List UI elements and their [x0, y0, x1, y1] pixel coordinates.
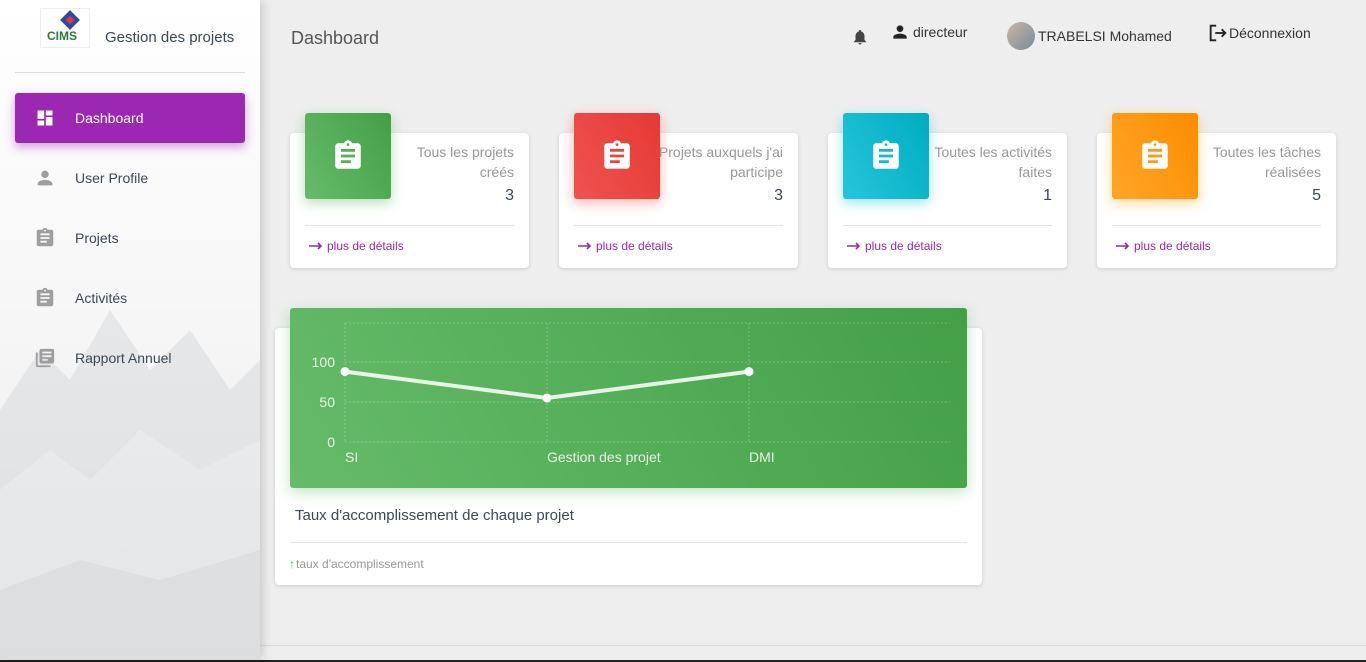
logout-button[interactable]: Déconnexion [1207, 22, 1311, 44]
stat-divider [1112, 225, 1321, 226]
sidebar-item-label: Activités [75, 290, 128, 306]
y-tick-label: 0 [327, 434, 335, 450]
stat-card-activites: Toutes les activités faites 1 plus de dé… [828, 113, 1067, 268]
clipboard-icon [33, 286, 57, 310]
stat-divider [574, 225, 783, 226]
dashboard-icon [33, 106, 57, 130]
stat-label: Toutes les activités faites [934, 144, 1053, 180]
data-point [744, 367, 754, 377]
stat-label: Tous les projets créés [416, 144, 514, 180]
role-menu[interactable]: directeur [890, 22, 967, 42]
stat-label: Projets auxquels j'ai participe [658, 144, 783, 180]
clipboard-icon [1112, 113, 1198, 199]
stat-value: 3 [774, 187, 783, 204]
sidebar-item-activites[interactable]: Activités [15, 273, 245, 323]
clipboard-icon [574, 113, 660, 199]
details-link[interactable]: plus de détails [578, 239, 673, 253]
x-tick-label: SI [345, 449, 358, 465]
stat-card-taches: Toutes les tâches réalisées 5 plus de dé… [1097, 113, 1336, 268]
page-title[interactable]: Dashboard [291, 28, 379, 49]
person-icon [33, 166, 57, 190]
footer-divider [260, 645, 1366, 646]
sidebar-item-projets[interactable]: Projets [15, 213, 245, 263]
details-link-label: plus de détails [327, 239, 404, 253]
stat-card-projets-crees: Tous les projets créés 3 plus de détails [290, 113, 529, 268]
chart-footer: ↑ taux d'accomplissement [289, 557, 424, 571]
cims-logo[interactable]: CIMS [40, 8, 90, 48]
x-tick-label: Gestion des projet [547, 449, 661, 465]
y-tick-label: 100 [312, 354, 336, 370]
avatar [1007, 22, 1035, 50]
arrow-right-icon [1116, 239, 1130, 253]
details-link-label: plus de détails [1134, 239, 1211, 253]
sidebar-item-label: User Profile [75, 170, 149, 186]
brand-divider [15, 72, 245, 73]
user-name: TRABELSI Mohamed [1038, 28, 1172, 44]
sidebar: CIMS Gestion des projets Dashboard User … [0, 0, 260, 660]
sidebar-item-rapport-annuel[interactable]: Rapport Annuel [15, 333, 245, 383]
details-link-label: plus de détails [596, 239, 673, 253]
chart-divider [290, 542, 967, 543]
details-link[interactable]: plus de détails [847, 239, 942, 253]
clipboard-icon [843, 113, 929, 199]
library-books-icon [33, 346, 57, 370]
sidebar-item-user-profile[interactable]: User Profile [15, 153, 245, 203]
clipboard-icon [305, 113, 391, 199]
arrow-up-icon: ↑ [289, 557, 295, 571]
sidebar-item-label: Projets [75, 230, 119, 246]
chart-title: Taux d'accomplissement de chaque projet [295, 507, 574, 524]
clipboard-icon [33, 226, 57, 250]
stat-value: 3 [505, 187, 514, 204]
bell-icon [851, 28, 869, 49]
arrow-right-icon [847, 239, 861, 253]
sidebar-item-dashboard[interactable]: Dashboard [15, 93, 245, 143]
details-link[interactable]: plus de détails [309, 239, 404, 253]
stat-divider [843, 225, 1052, 226]
stat-divider [305, 225, 514, 226]
logout-icon [1207, 22, 1229, 44]
brand-name[interactable]: Gestion des projets [105, 29, 234, 46]
logout-label: Déconnexion [1229, 25, 1311, 41]
notifications-button[interactable] [851, 28, 869, 49]
stat-value: 1 [1043, 187, 1052, 204]
sidebar-item-label: Rapport Annuel [75, 350, 172, 366]
data-point [340, 367, 350, 377]
svg-text:CIMS: CIMS [47, 29, 77, 43]
x-tick-label: DMI [749, 449, 775, 465]
stat-card-projets-participe: Projets auxquels j'ai participe 3 plus d… [559, 113, 798, 268]
data-point [542, 393, 552, 403]
stat-value: 5 [1312, 187, 1321, 204]
user-menu[interactable]: TRABELSI Mohamed [1007, 22, 1172, 50]
chart-header: 0 50 100 SI Gestion des projet DMI [290, 308, 967, 488]
line-chart: 0 50 100 SI Gestion des projet DMI [312, 322, 950, 465]
arrow-right-icon [578, 239, 592, 253]
person-icon [890, 22, 910, 42]
role-label: directeur [913, 24, 968, 40]
details-link-label: plus de détails [865, 239, 942, 253]
y-tick-label: 50 [319, 394, 335, 410]
chart-footer-label: taux d'accomplissement [296, 557, 424, 571]
sidebar-item-label: Dashboard [75, 110, 144, 126]
stat-label: Toutes les tâches réalisées [1212, 144, 1321, 180]
arrow-right-icon [309, 239, 323, 253]
details-link[interactable]: plus de détails [1116, 239, 1211, 253]
